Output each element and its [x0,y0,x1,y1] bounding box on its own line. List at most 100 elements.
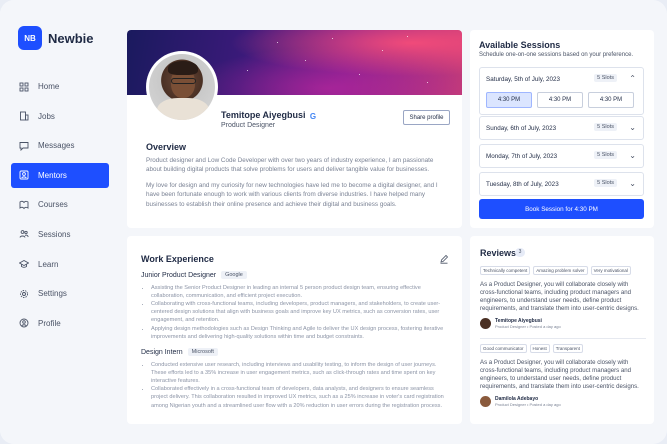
job-bullet: Collaborated effectively in a cross-func… [151,385,448,409]
company-badge: Microsoft [187,348,218,356]
message-icon [19,141,29,151]
sidebar-item-label: Home [38,82,60,91]
book-icon [19,200,29,210]
reviewer-meta: Product Designer • Posted a day ago [495,323,561,329]
chevron-down-icon[interactable]: ⌄ [629,123,636,132]
job-title: Junior Product Designer [141,271,217,279]
building-icon [19,111,29,121]
sidebar-item-label: Profile [38,318,61,328]
overview-paragraph: Product designer and Low Code Developer … [146,157,434,174]
google-logo-icon: G [309,112,317,121]
slots-badge: 5 Slots [594,151,617,159]
person-badge-icon [19,170,29,180]
job-bullet: Collaborating with cross-functional team… [151,300,448,324]
profile-name: Temitope Aiyegbusi [221,110,306,120]
job-bullet: Assisting the Senior Product Designer in… [151,284,448,300]
job-bullet: Applying design methodologies such as De… [151,325,448,341]
graduation-cap-icon [19,259,29,269]
sidebar-item-label: Messages [38,141,75,151]
reviewer: Temitope Aiyegbusi Product Designer • Po… [480,317,646,329]
sidebar-item-messages[interactable]: Messages [11,133,109,158]
reviews-count-badge: 3 [515,248,525,257]
avatar [146,51,218,123]
review-tags: Good communicator Honest Transparent [480,344,646,353]
slots-badge: 5 Slots [594,123,617,131]
app-name: Newbie [48,30,94,46]
chevron-down-icon[interactable]: ⌄ [629,151,636,160]
session-day-date: Sunday, 6th of July, 2023 [486,124,557,132]
session-day-date: Saturday, 5th of July, 2023 [486,75,560,83]
sidebar-item-settings[interactable]: Settings [11,281,109,306]
session-day-accordion[interactable]: Monday, 7th of July, 2023 5 Slots ⌄ [479,144,644,168]
sessions-title: Available Sessions [479,40,561,50]
reviewer: Damilola Adebayo Product Designer • Post… [480,395,646,407]
time-slot-button[interactable]: 4:30 PM [537,92,583,108]
job-header: Junior Product Designer Google [141,271,247,279]
sidebar-item-label: Courses [38,200,68,210]
sidebar-item-label: Sessions [38,229,71,239]
gear-icon [19,289,29,299]
people-icon [19,229,29,239]
share-profile-button[interactable]: Share profile [403,110,450,125]
profile-role: Product Designer [221,122,276,129]
session-day-accordion[interactable]: Saturday, 5th of July, 2023 5 Slots ⌃ 4:… [479,67,644,115]
sidebar-nav: Home Jobs Messages Mentors Courses Sessi… [11,74,109,340]
session-day-header[interactable]: Monday, 7th of July, 2023 5 Slots ⌄ [480,145,643,167]
overview-paragraph: My love for design and my curiosity for … [146,181,438,208]
job-bullet: Conducted extensive user research, inclu… [151,361,448,385]
job-title: Design Intern [141,348,183,356]
review-tag: Technically competent [480,266,531,275]
sidebar-item-label: Settings [38,289,67,299]
sidebar-item-label: Mentors [38,170,67,180]
chevron-up-icon[interactable]: ⌃ [629,74,636,83]
slots-badge: 5 Slots [594,74,617,82]
reviews-title: Reviews [480,248,517,258]
company-badge: Google [221,271,247,279]
reviewer-avatar [480,395,491,407]
app-frame: NB Newbie Home Jobs Messages Mentors Cou… [0,0,667,444]
edit-icon[interactable] [439,254,449,264]
book-session-button[interactable]: Book Session for 4:30 PM [479,199,644,219]
session-day-accordion[interactable]: Sunday, 6th of July, 2023 5 Slots ⌄ [479,116,644,140]
session-day-date: Tuesday, 8th of July, 2023 [486,180,559,188]
time-slot-button[interactable]: 4:30 PM [588,92,634,108]
work-experience-title: Work Experience [141,254,214,264]
review-tags: Technically competent Amazing problem so… [480,266,646,275]
sidebar-item-courses[interactable]: Courses [11,192,109,217]
review-text: As a Product Designer, you will collabor… [480,281,639,312]
app-logo[interactable]: NB Newbie [18,26,94,50]
review-tag: Honest [529,344,550,353]
work-experience-card: Work Experience Junior Product Designer … [127,236,462,424]
chevron-down-icon[interactable]: ⌄ [629,179,636,188]
review-tag: Transparent [552,344,583,353]
sidebar-item-jobs[interactable]: Jobs [11,104,109,129]
overview-title: Overview [146,142,187,152]
job-header: Design Intern Microsoft [141,348,218,356]
reviewer-avatar [480,317,491,329]
session-day-header[interactable]: Saturday, 5th of July, 2023 5 Slots ⌃ [480,68,643,90]
sidebar-item-sessions[interactable]: Sessions [11,222,109,247]
sidebar-item-label: Jobs [38,111,55,121]
user-icon [19,318,29,328]
sidebar-item-label: Learn [38,259,59,269]
profile-card: Temitope Aiyegbusi Product Designer G Sh… [127,30,462,228]
sessions-subtitle: Schedule one-on-one sessions based on yo… [479,52,634,58]
review-item: Good communicator Honest Transparent As … [480,344,646,407]
sidebar-item-learn[interactable]: Learn [11,252,109,277]
sidebar-item-home[interactable]: Home [11,74,109,99]
session-day-header[interactable]: Tuesday, 8th of July, 2023 5 Slots ⌄ [480,173,643,195]
job-bullets: Assisting the Senior Product Designer in… [143,284,448,341]
overview-text: Product designer and Low Code Developer … [146,156,446,215]
sidebar-item-profile[interactable]: Profile [11,311,109,336]
review-tag: Very motivational [590,266,631,275]
reviews-card: Reviews 3 Technically competent Amazing … [470,236,654,424]
session-day-header[interactable]: Sunday, 6th of July, 2023 5 Slots ⌄ [480,117,643,139]
time-slot-button[interactable]: 4:30 PM [486,92,532,108]
review-tag: Amazing problem solver [533,266,588,275]
sidebar-item-mentors[interactable]: Mentors [11,162,109,188]
session-day-accordion[interactable]: Tuesday, 8th of July, 2023 5 Slots ⌄ [479,172,644,196]
time-slot-row: 4:30 PM 4:30 PM 4:30 PM [480,90,643,114]
divider [480,338,646,339]
slots-badge: 5 Slots [594,179,617,187]
review-item: Technically competent Amazing problem so… [480,266,646,329]
